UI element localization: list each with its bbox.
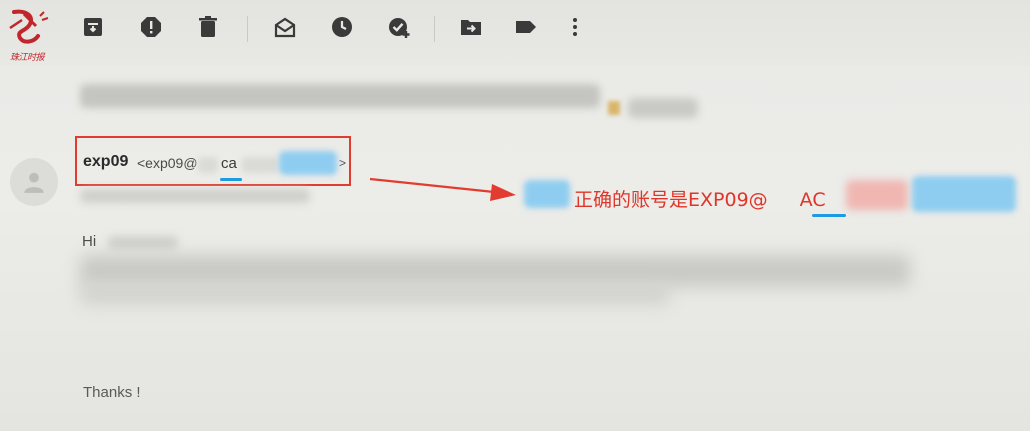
sender-highlight-box (75, 136, 351, 186)
archive-icon (84, 18, 102, 36)
email-signoff: Thanks ! (83, 384, 141, 401)
note-redacted-mask (912, 176, 1016, 212)
correct-account-note: 正确的账号是EXP09@ AC (574, 185, 826, 212)
user-avatar-icon (24, 172, 44, 193)
correct-account-note-text: 正确的账号是EXP09@ (574, 189, 768, 211)
importance-marker[interactable] (608, 101, 620, 115)
email-body-redacted (80, 283, 670, 305)
email-toolbar: 珠江时报 (0, 0, 1030, 66)
brand-logo: 珠江时报 (4, 6, 56, 63)
more-vertical-icon (573, 18, 577, 36)
move-to-button[interactable] (456, 12, 486, 42)
archive-button[interactable] (78, 12, 108, 42)
note-redacted-mask (524, 180, 570, 208)
recipient-line-redacted (80, 189, 310, 203)
mark-as-read-icon (274, 17, 296, 38)
report-spam-icon (141, 17, 161, 37)
add-to-tasks-button[interactable] (384, 12, 414, 42)
mark-as-read-button[interactable] (270, 12, 300, 42)
toolbar-divider (434, 16, 435, 42)
avatar (10, 158, 58, 206)
snooze-button[interactable] (327, 12, 357, 42)
report-spam-button[interactable] (136, 12, 166, 42)
recipient-name-redacted (108, 236, 178, 250)
annotation-arrow (369, 177, 516, 201)
label-button[interactable] (511, 12, 541, 42)
delete-icon (199, 16, 217, 37)
delete-button[interactable] (193, 12, 223, 42)
add-to-tasks-icon (389, 18, 410, 38)
email-greeting: Hi (82, 233, 97, 250)
more-options-button[interactable] (560, 12, 590, 42)
note-underline-highlight (812, 214, 846, 217)
subject-label-redacted (628, 98, 698, 118)
snooze-clock-icon (332, 17, 352, 37)
brand-logo-caption: 珠江时报 (10, 53, 45, 63)
correct-account-highlight: AC (799, 189, 826, 211)
note-redacted-part (846, 180, 908, 210)
move-to-icon (461, 20, 481, 35)
toolbar-divider (247, 16, 248, 42)
email-subject-redacted (80, 84, 600, 108)
label-icon (516, 21, 536, 33)
